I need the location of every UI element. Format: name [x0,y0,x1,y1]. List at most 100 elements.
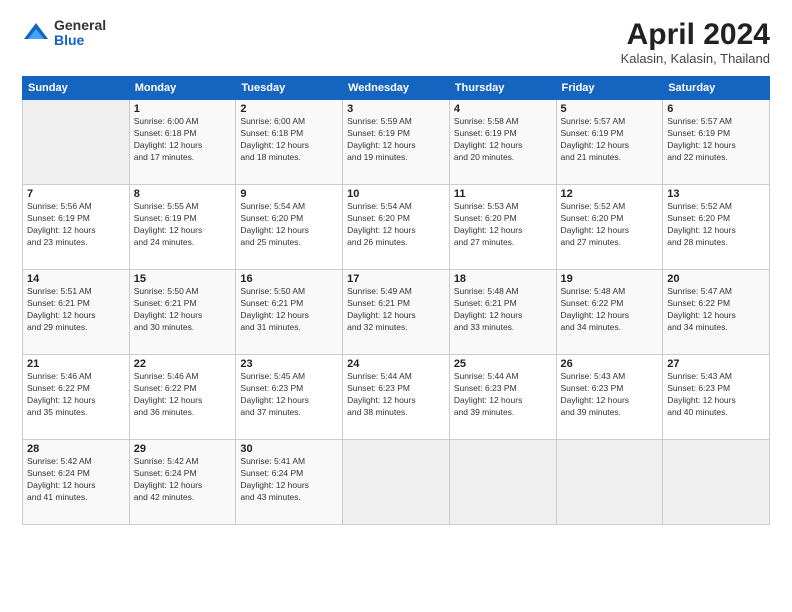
day-cell: 17Sunrise: 5:49 AMSunset: 6:21 PMDayligh… [343,270,450,355]
day-cell: 2Sunrise: 6:00 AMSunset: 6:18 PMDaylight… [236,100,343,185]
day-info: Sunrise: 5:43 AMSunset: 6:23 PMDaylight:… [561,371,659,419]
day-number: 24 [347,358,445,370]
week-row-4: 28Sunrise: 5:42 AMSunset: 6:24 PMDayligh… [23,440,770,525]
day-number: 21 [27,358,125,370]
day-cell: 20Sunrise: 5:47 AMSunset: 6:22 PMDayligh… [663,270,770,355]
day-cell: 27Sunrise: 5:43 AMSunset: 6:23 PMDayligh… [663,355,770,440]
logo-blue: Blue [54,33,106,48]
day-cell [23,100,130,185]
day-cell [343,440,450,525]
day-number: 16 [240,273,338,285]
day-number: 25 [454,358,552,370]
day-number: 12 [561,188,659,200]
day-cell: 5Sunrise: 5:57 AMSunset: 6:19 PMDaylight… [556,100,663,185]
logo-text: General Blue [54,18,106,49]
day-info: Sunrise: 5:47 AMSunset: 6:22 PMDaylight:… [667,286,765,334]
day-info: Sunrise: 5:51 AMSunset: 6:21 PMDaylight:… [27,286,125,334]
header-row: Sunday Monday Tuesday Wednesday Thursday… [23,77,770,100]
day-info: Sunrise: 5:48 AMSunset: 6:22 PMDaylight:… [561,286,659,334]
day-cell: 3Sunrise: 5:59 AMSunset: 6:19 PMDaylight… [343,100,450,185]
day-info: Sunrise: 5:58 AMSunset: 6:19 PMDaylight:… [454,116,552,164]
title-block: April 2024 Kalasin, Kalasin, Thailand [621,18,770,66]
day-cell: 28Sunrise: 5:42 AMSunset: 6:24 PMDayligh… [23,440,130,525]
day-info: Sunrise: 5:57 AMSunset: 6:19 PMDaylight:… [667,116,765,164]
day-number: 3 [347,103,445,115]
day-info: Sunrise: 5:48 AMSunset: 6:21 PMDaylight:… [454,286,552,334]
day-cell [556,440,663,525]
day-number: 28 [27,443,125,455]
day-info: Sunrise: 6:00 AMSunset: 6:18 PMDaylight:… [240,116,338,164]
day-cell: 8Sunrise: 5:55 AMSunset: 6:19 PMDaylight… [129,185,236,270]
day-number: 30 [240,443,338,455]
day-info: Sunrise: 5:54 AMSunset: 6:20 PMDaylight:… [240,201,338,249]
day-cell: 13Sunrise: 5:52 AMSunset: 6:20 PMDayligh… [663,185,770,270]
day-cell: 21Sunrise: 5:46 AMSunset: 6:22 PMDayligh… [23,355,130,440]
day-number: 23 [240,358,338,370]
day-info: Sunrise: 5:50 AMSunset: 6:21 PMDaylight:… [240,286,338,334]
day-number: 27 [667,358,765,370]
day-number: 4 [454,103,552,115]
day-number: 17 [347,273,445,285]
day-number: 14 [27,273,125,285]
week-row-1: 7Sunrise: 5:56 AMSunset: 6:19 PMDaylight… [23,185,770,270]
day-cell: 19Sunrise: 5:48 AMSunset: 6:22 PMDayligh… [556,270,663,355]
day-cell: 24Sunrise: 5:44 AMSunset: 6:23 PMDayligh… [343,355,450,440]
day-info: Sunrise: 5:56 AMSunset: 6:19 PMDaylight:… [27,201,125,249]
day-number: 26 [561,358,659,370]
day-cell: 25Sunrise: 5:44 AMSunset: 6:23 PMDayligh… [449,355,556,440]
day-number: 19 [561,273,659,285]
day-info: Sunrise: 5:52 AMSunset: 6:20 PMDaylight:… [561,201,659,249]
day-cell: 9Sunrise: 5:54 AMSunset: 6:20 PMDaylight… [236,185,343,270]
day-number: 22 [134,358,232,370]
day-number: 6 [667,103,765,115]
day-cell: 6Sunrise: 5:57 AMSunset: 6:19 PMDaylight… [663,100,770,185]
day-info: Sunrise: 5:44 AMSunset: 6:23 PMDaylight:… [347,371,445,419]
day-number: 1 [134,103,232,115]
day-info: Sunrise: 5:49 AMSunset: 6:21 PMDaylight:… [347,286,445,334]
day-number: 11 [454,188,552,200]
logo-general: General [54,18,106,33]
day-cell [449,440,556,525]
logo: General Blue [22,18,106,49]
page: General Blue April 2024 Kalasin, Kalasin… [0,0,792,612]
day-cell: 4Sunrise: 5:58 AMSunset: 6:19 PMDaylight… [449,100,556,185]
col-wednesday: Wednesday [343,77,450,100]
day-info: Sunrise: 5:50 AMSunset: 6:21 PMDaylight:… [134,286,232,334]
col-sunday: Sunday [23,77,130,100]
day-number: 7 [27,188,125,200]
day-cell: 7Sunrise: 5:56 AMSunset: 6:19 PMDaylight… [23,185,130,270]
day-cell: 12Sunrise: 5:52 AMSunset: 6:20 PMDayligh… [556,185,663,270]
day-info: Sunrise: 5:53 AMSunset: 6:20 PMDaylight:… [454,201,552,249]
day-number: 29 [134,443,232,455]
day-cell: 23Sunrise: 5:45 AMSunset: 6:23 PMDayligh… [236,355,343,440]
col-tuesday: Tuesday [236,77,343,100]
day-info: Sunrise: 5:59 AMSunset: 6:19 PMDaylight:… [347,116,445,164]
day-number: 9 [240,188,338,200]
week-row-2: 14Sunrise: 5:51 AMSunset: 6:21 PMDayligh… [23,270,770,355]
day-info: Sunrise: 6:00 AMSunset: 6:18 PMDaylight:… [134,116,232,164]
day-cell: 15Sunrise: 5:50 AMSunset: 6:21 PMDayligh… [129,270,236,355]
day-number: 15 [134,273,232,285]
day-info: Sunrise: 5:45 AMSunset: 6:23 PMDaylight:… [240,371,338,419]
day-cell: 14Sunrise: 5:51 AMSunset: 6:21 PMDayligh… [23,270,130,355]
day-number: 8 [134,188,232,200]
day-info: Sunrise: 5:42 AMSunset: 6:24 PMDaylight:… [27,456,125,504]
day-cell [663,440,770,525]
day-cell: 1Sunrise: 6:00 AMSunset: 6:18 PMDaylight… [129,100,236,185]
col-saturday: Saturday [663,77,770,100]
day-info: Sunrise: 5:55 AMSunset: 6:19 PMDaylight:… [134,201,232,249]
day-info: Sunrise: 5:42 AMSunset: 6:24 PMDaylight:… [134,456,232,504]
col-monday: Monday [129,77,236,100]
day-cell: 22Sunrise: 5:46 AMSunset: 6:22 PMDayligh… [129,355,236,440]
day-info: Sunrise: 5:46 AMSunset: 6:22 PMDaylight:… [134,371,232,419]
day-info: Sunrise: 5:46 AMSunset: 6:22 PMDaylight:… [27,371,125,419]
day-cell: 26Sunrise: 5:43 AMSunset: 6:23 PMDayligh… [556,355,663,440]
day-number: 2 [240,103,338,115]
header: General Blue April 2024 Kalasin, Kalasin… [22,18,770,66]
day-number: 20 [667,273,765,285]
day-number: 10 [347,188,445,200]
day-info: Sunrise: 5:57 AMSunset: 6:19 PMDaylight:… [561,116,659,164]
day-cell: 18Sunrise: 5:48 AMSunset: 6:21 PMDayligh… [449,270,556,355]
day-info: Sunrise: 5:41 AMSunset: 6:24 PMDaylight:… [240,456,338,504]
day-info: Sunrise: 5:52 AMSunset: 6:20 PMDaylight:… [667,201,765,249]
